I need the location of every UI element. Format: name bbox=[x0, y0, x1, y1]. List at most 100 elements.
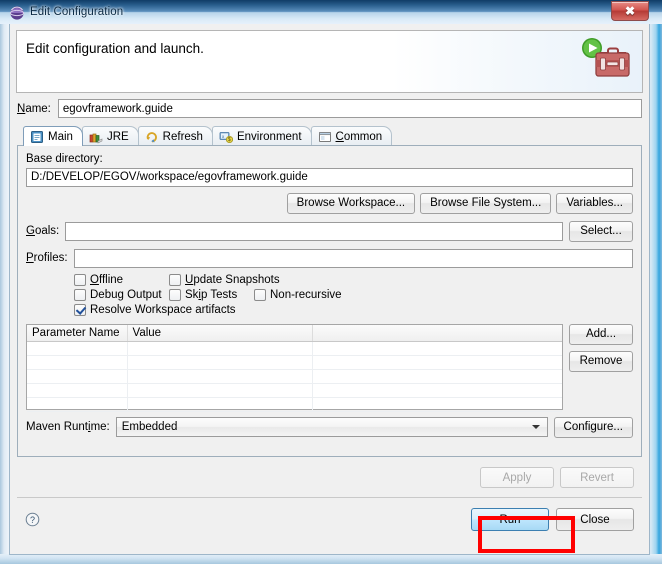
resolve-workspace-artifacts-label: Resolve Workspace artifacts bbox=[90, 304, 236, 316]
parameters-table-buttons: Add... Remove bbox=[569, 324, 633, 410]
dialog-header-banner: Edit configuration and launch. bbox=[16, 30, 643, 93]
tab-bar: Main JRE bbox=[17, 126, 642, 146]
base-directory-input[interactable] bbox=[26, 168, 633, 187]
checkbox-box-icon bbox=[74, 274, 86, 286]
goals-label: Goals: bbox=[26, 225, 59, 237]
profiles-input[interactable] bbox=[74, 249, 633, 268]
window-frame-right bbox=[650, 0, 662, 564]
checkbox-line-1: Offline Update Snapshots bbox=[74, 274, 633, 286]
skip-tests-checkbox[interactable]: Skip Tests bbox=[169, 289, 254, 301]
offline-label: Offline bbox=[90, 274, 123, 286]
revert-button[interactable]: Revert bbox=[560, 467, 634, 488]
table-row bbox=[27, 384, 562, 398]
update-snapshots-checkbox[interactable]: Update Snapshots bbox=[169, 274, 280, 286]
tab-main-label: Main bbox=[48, 131, 73, 143]
svg-text:$: $ bbox=[228, 137, 231, 143]
table-body bbox=[27, 342, 562, 412]
banner-title: Edit configuration and launch. bbox=[26, 41, 204, 56]
add-parameter-button[interactable]: Add... bbox=[569, 324, 633, 345]
table-row bbox=[27, 398, 562, 412]
maven-runtime-row: Maven Runtime: Embedded Configure... bbox=[26, 417, 633, 438]
non-recursive-checkbox[interactable]: Non-recursive bbox=[254, 289, 342, 301]
name-row: Name: bbox=[17, 99, 642, 118]
offline-checkbox[interactable]: Offline bbox=[74, 274, 169, 286]
run-button[interactable]: Run bbox=[471, 508, 549, 531]
close-button[interactable]: ✖ bbox=[611, 1, 649, 21]
parameters-table[interactable]: Parameter Name Value bbox=[26, 324, 563, 410]
debug-output-checkbox[interactable]: Debug Output bbox=[74, 289, 169, 301]
environment-variables-icon: x $ bbox=[219, 130, 233, 144]
column-parameter-name: Parameter Name bbox=[27, 325, 127, 342]
apply-revert-row: Apply Revert bbox=[17, 467, 634, 488]
window-frame-left bbox=[0, 0, 9, 564]
maven-runtime-select[interactable]: Embedded bbox=[116, 417, 548, 437]
close-icon: ✖ bbox=[625, 5, 635, 17]
base-directory-label: Base directory: bbox=[26, 153, 633, 165]
footer-buttons: Run Close bbox=[471, 508, 634, 531]
table-header-row: Parameter Name Value bbox=[27, 325, 562, 342]
tab-refresh-label: Refresh bbox=[163, 131, 203, 143]
profiles-row: Profiles: bbox=[26, 249, 633, 268]
title-bar: Edit Configuration ✖ bbox=[0, 0, 662, 24]
eclipse-globe-icon bbox=[9, 5, 25, 21]
browse-workspace-button[interactable]: Browse Workspace... bbox=[287, 193, 415, 214]
tab-jre-label: JRE bbox=[107, 131, 129, 143]
profiles-label: Profiles: bbox=[26, 252, 68, 264]
table-row bbox=[27, 356, 562, 370]
close-dialog-button[interactable]: Close bbox=[556, 508, 634, 531]
checkbox-box-icon bbox=[169, 289, 181, 301]
main-document-icon bbox=[30, 130, 44, 144]
configure-maven-runtime-button[interactable]: Configure... bbox=[554, 417, 633, 438]
tab-jre[interactable]: JRE bbox=[82, 126, 139, 146]
apply-button[interactable]: Apply bbox=[480, 467, 554, 488]
non-recursive-label: Non-recursive bbox=[270, 289, 342, 301]
tab-environment[interactable]: x $ Environment bbox=[212, 126, 312, 146]
column-spacer bbox=[312, 325, 562, 342]
dialog-body: Name: Main bbox=[17, 99, 642, 544]
remove-parameter-button[interactable]: Remove bbox=[569, 351, 633, 372]
refresh-arrows-icon bbox=[145, 130, 159, 144]
configuration-name-input[interactable] bbox=[58, 99, 642, 118]
variables-button[interactable]: Variables... bbox=[556, 193, 633, 214]
checkbox-box-icon bbox=[169, 274, 181, 286]
goals-row: Goals: Select... bbox=[26, 221, 633, 242]
dialog-footer: ? Run Close bbox=[17, 498, 642, 544]
checkbox-box-icon bbox=[74, 289, 86, 301]
base-directory-buttons: Browse Workspace... Browse File System..… bbox=[26, 193, 633, 214]
parameters-section: Parameter Name Value bbox=[26, 324, 633, 410]
options-checkbox-group: Offline Update Snapshots Debug Output bbox=[74, 274, 633, 316]
browse-file-system-button[interactable]: Browse File System... bbox=[420, 193, 551, 214]
tab-common[interactable]: Common bbox=[311, 126, 393, 146]
window-title: Edit Configuration bbox=[30, 6, 123, 18]
maven-launch-toolbox-icon bbox=[576, 36, 632, 84]
column-value: Value bbox=[127, 325, 312, 342]
checkbox-line-3: Resolve Workspace artifacts bbox=[74, 304, 633, 316]
window-frame-bottom bbox=[0, 554, 662, 564]
tab-main[interactable]: Main bbox=[23, 126, 83, 146]
maven-runtime-value: Embedded bbox=[122, 421, 178, 433]
tab-refresh[interactable]: Refresh bbox=[138, 126, 213, 146]
skip-tests-label: Skip Tests bbox=[185, 289, 237, 301]
svg-text:?: ? bbox=[30, 515, 35, 525]
tab-common-label: Common bbox=[336, 131, 383, 143]
jre-books-icon bbox=[89, 130, 103, 144]
goals-input[interactable] bbox=[65, 222, 563, 241]
checkbox-box-icon bbox=[254, 289, 266, 301]
dialog-client-area: Edit configuration and launch. Name bbox=[9, 24, 650, 555]
chevron-down-icon bbox=[532, 425, 540, 429]
select-goals-button[interactable]: Select... bbox=[569, 221, 633, 242]
table-row bbox=[27, 342, 562, 356]
help-question-icon[interactable]: ? bbox=[25, 512, 40, 527]
tab-environment-label: Environment bbox=[237, 131, 302, 143]
resolve-workspace-artifacts-checkbox[interactable]: Resolve Workspace artifacts bbox=[74, 304, 236, 316]
maven-runtime-label: Maven Runtime: bbox=[26, 421, 110, 433]
checkbox-checked-icon bbox=[74, 304, 86, 316]
table-row bbox=[27, 370, 562, 384]
name-label: Name: bbox=[17, 103, 51, 115]
common-window-icon bbox=[318, 130, 332, 144]
dialog-window: Edit Configuration ✖ Edit configuration … bbox=[0, 0, 662, 564]
checkbox-line-2: Debug Output Skip Tests Non-recursive bbox=[74, 289, 633, 301]
update-snapshots-label: Update Snapshots bbox=[185, 274, 280, 286]
main-tab-panel: Base directory: Browse Workspace... Brow… bbox=[17, 145, 642, 457]
debug-output-label: Debug Output bbox=[90, 289, 162, 301]
